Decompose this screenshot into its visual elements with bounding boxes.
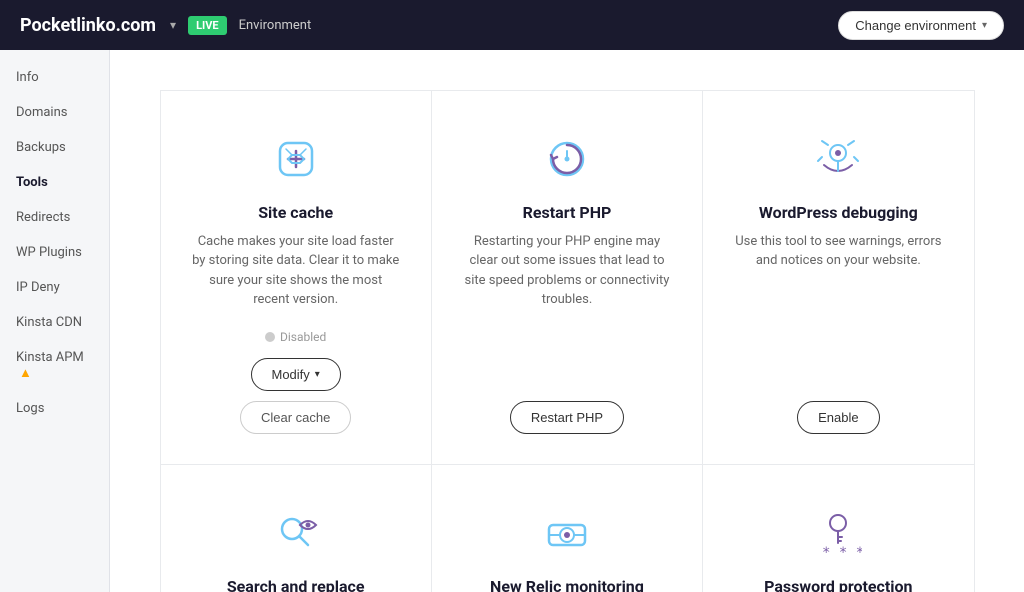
new-relic-icon: [539, 505, 595, 561]
restart-php-actions: Restart PHP: [510, 401, 624, 434]
tool-card-site-cache: Site cache Cache makes your site load fa…: [160, 90, 432, 465]
sidebar-item-info[interactable]: Info: [0, 60, 109, 95]
site-cache-desc: Cache makes your site load faster by sto…: [191, 232, 401, 310]
title-chevron-icon: ▾: [170, 18, 176, 32]
header: Pocketlinko.com ▾ LIVE Environment Chang…: [0, 0, 1024, 50]
environment-label: Environment: [239, 18, 312, 33]
tool-card-wp-debugging: WordPress debugging Use this tool to see…: [702, 90, 974, 465]
tool-card-restart-php: Restart PHP Restarting your PHP engine m…: [431, 90, 703, 465]
status-dot-icon: [265, 332, 275, 342]
password-protection-title: Password protection: [764, 577, 912, 592]
change-env-chevron-icon: ▾: [982, 20, 987, 31]
site-cache-title: Site cache: [258, 203, 333, 222]
wp-debugging-actions: Enable: [797, 401, 879, 434]
search-replace-icon: [268, 505, 324, 561]
sidebar-item-wp-plugins[interactable]: WP Plugins: [0, 235, 109, 270]
tool-card-new-relic: New Relic monitoring New Relic is a PHP …: [431, 464, 703, 592]
sidebar-item-redirects[interactable]: Redirects: [0, 200, 109, 235]
live-badge: LIVE: [188, 16, 227, 35]
change-env-label: Change environment: [855, 18, 976, 33]
modify-button[interactable]: Modify ▾: [251, 358, 341, 391]
new-relic-title: New Relic monitoring: [490, 577, 644, 592]
tool-card-search-replace: Search and replace Use this tool to repl…: [160, 464, 432, 592]
tools-grid: Site cache Cache makes your site load fa…: [160, 90, 974, 592]
sidebar-item-ip-deny[interactable]: IP Deny: [0, 270, 109, 305]
site-title: Pocketlinko.com: [20, 15, 156, 36]
restart-php-desc: Restarting your PHP engine may clear out…: [462, 232, 672, 381]
sidebar: Info Domains Backups Tools Redirects WP …: [0, 50, 110, 592]
sidebar-item-domains[interactable]: Domains: [0, 95, 109, 130]
sidebar-item-tools[interactable]: Tools: [0, 165, 109, 200]
sidebar-item-logs[interactable]: Logs: [0, 391, 109, 426]
tool-card-password-protection: * * * Password protection Add simple .ht…: [702, 464, 974, 592]
warning-icon: ▲: [19, 366, 32, 381]
enable-debug-button[interactable]: Enable: [797, 401, 879, 434]
body: Info Domains Backups Tools Redirects WP …: [0, 50, 1024, 592]
sidebar-item-backups[interactable]: Backups: [0, 130, 109, 165]
app-container: Pocketlinko.com ▾ LIVE Environment Chang…: [0, 0, 1024, 592]
password-protection-icon: * * *: [810, 505, 866, 561]
wp-debugging-desc: Use this tool to see warnings, errors an…: [733, 232, 943, 381]
svg-text:* * *: * * *: [822, 545, 862, 557]
wp-debugging-icon: [810, 131, 866, 187]
wp-debugging-title: WordPress debugging: [759, 203, 918, 222]
clear-cache-button[interactable]: Clear cache: [240, 401, 351, 434]
search-replace-title: Search and replace: [227, 577, 365, 592]
sidebar-item-kinsta-cdn[interactable]: Kinsta CDN: [0, 305, 109, 340]
site-cache-icon: [268, 131, 324, 187]
restart-php-title: Restart PHP: [523, 203, 612, 222]
sidebar-item-kinsta-apm[interactable]: Kinsta APM ▲: [0, 340, 109, 391]
modify-chevron-icon: ▾: [315, 369, 320, 380]
site-cache-status: Disabled: [265, 330, 326, 344]
restart-php-icon: [539, 131, 595, 187]
restart-php-button[interactable]: Restart PHP: [510, 401, 624, 434]
site-cache-actions: Modify ▾ Clear cache: [191, 358, 401, 434]
change-environment-button[interactable]: Change environment ▾: [838, 11, 1004, 40]
main-content: Site cache Cache makes your site load fa…: [110, 50, 1024, 592]
